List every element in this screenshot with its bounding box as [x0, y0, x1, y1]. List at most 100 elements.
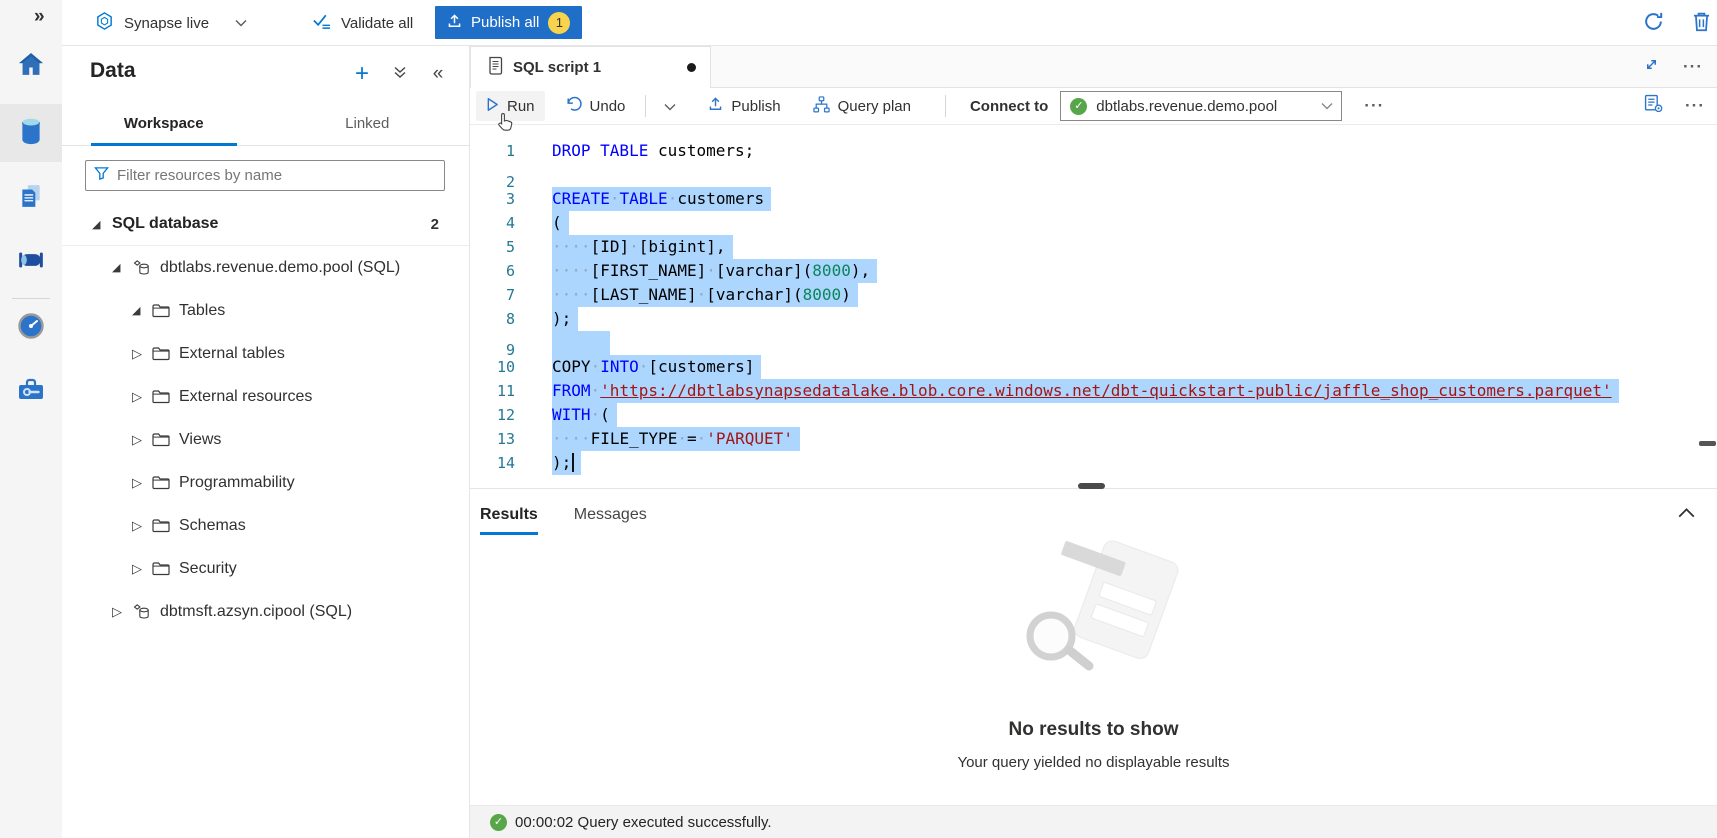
collapsed-twisty-icon[interactable]: ▷: [132, 518, 152, 534]
tree-item-security[interactable]: ▷ Security: [62, 547, 469, 590]
collapsed-twisty-icon[interactable]: ▷: [132, 346, 152, 362]
tree-item-programmability[interactable]: ▷ Programmability: [62, 461, 469, 504]
tree-item-schemas[interactable]: ▷Schemas: [62, 504, 469, 547]
tab-sql-script-1[interactable]: SQL script 1: [470, 46, 711, 88]
nav-integrate[interactable]: [0, 233, 62, 291]
connect-more-button[interactable]: ···: [1364, 96, 1384, 116]
double-chevron-down-icon: [393, 65, 407, 84]
run-options-chevron[interactable]: [656, 91, 684, 121]
collapse-panel-button[interactable]: «: [427, 63, 449, 85]
line-number: 12: [470, 403, 515, 427]
success-icon: [490, 814, 507, 831]
publish-label: Publish: [731, 98, 780, 115]
code-editor[interactable]: 1DROP TABLE customers;23CREATE·TABLE·cus…: [470, 125, 1717, 488]
tab-workspace[interactable]: Workspace: [62, 101, 266, 145]
tab-linked[interactable]: Linked: [266, 101, 470, 145]
tree-item-label: Security: [179, 560, 237, 578]
text-caret: [572, 453, 574, 472]
maximize-button[interactable]: [1644, 57, 1659, 77]
collapsed-twisty-icon[interactable]: ▷: [112, 604, 132, 620]
status-bar: 00:00:02 Query executed successfully.: [470, 805, 1717, 838]
collapsed-twisty-icon[interactable]: ▷: [132, 389, 152, 405]
topbar: Synapse live Validate all Publish all 1: [62, 0, 1717, 46]
code-line-5: 5····[ID]·[bigint],: [470, 235, 1717, 259]
validate-all-button[interactable]: Validate all: [312, 0, 413, 46]
tree-item-external-resources[interactable]: ▷External resources: [62, 375, 469, 418]
hexagon-icon: [95, 11, 114, 36]
line-number: 13: [470, 427, 515, 451]
collapsed-twisty-icon[interactable]: ▷: [132, 432, 152, 448]
connected-check-icon: [1070, 98, 1087, 115]
tree-item-label: Programmability: [179, 474, 295, 492]
collapsed-twisty-icon[interactable]: ▷: [132, 475, 152, 491]
code-line-12: 12WITH·(: [470, 403, 1717, 427]
expand-sidebar-button[interactable]: »: [34, 6, 45, 28]
collapse-results-button[interactable]: [1678, 505, 1695, 523]
line-number: 3: [470, 187, 515, 211]
tree-item-label: Views: [179, 431, 221, 449]
tree-item-views[interactable]: ▷ Views: [62, 418, 469, 461]
chevron-down-icon: [235, 14, 247, 32]
empty-state-title: No results to show: [1009, 719, 1179, 741]
nav-home[interactable]: [0, 37, 62, 95]
filter-box: [85, 160, 445, 191]
refresh-button[interactable]: [1640, 11, 1666, 37]
chevron-down-icon: [1321, 97, 1333, 115]
data-panel-actions: + «: [351, 63, 449, 85]
upload-icon: [447, 13, 462, 32]
tree-item-label: External tables: [179, 345, 285, 363]
properties-button[interactable]: [1644, 94, 1663, 118]
editor-scrollbar-thumb[interactable]: [1699, 441, 1716, 446]
editor-tabbar: SQL script 1 ···: [470, 46, 1717, 88]
filter-input[interactable]: [117, 167, 436, 184]
nav-data[interactable]: [0, 104, 62, 162]
sql-pool-icon: [132, 603, 151, 621]
data-panel: Data + « Workspace Linked ◢SQL database2…: [62, 46, 470, 838]
chevron-up-icon: [1678, 505, 1695, 522]
add-resource-button[interactable]: +: [351, 63, 373, 85]
run-button[interactable]: Run: [476, 91, 545, 121]
expanded-twisty-icon[interactable]: ◢: [132, 304, 152, 317]
toolbar-divider: [945, 95, 946, 117]
query-plan-button[interactable]: Query plan: [803, 91, 921, 121]
folder-icon: [152, 561, 170, 576]
nav-manage[interactable]: [0, 363, 62, 421]
chevron-down-icon: [664, 98, 676, 115]
tree-item-external-tables[interactable]: ▷ External tables: [62, 332, 469, 375]
toolbar-more-button[interactable]: ···: [1685, 96, 1705, 116]
collapse-all-button[interactable]: [389, 63, 411, 85]
develop-icon: [18, 183, 44, 214]
expanded-twisty-icon[interactable]: ◢: [112, 261, 132, 274]
publish-all-button[interactable]: Publish all 1: [435, 6, 582, 39]
tree-item-dbtmsft-azsyn-cipool-sql[interactable]: ▷dbtmsft.azsyn.cipool (SQL): [62, 590, 469, 633]
tab-more-button[interactable]: ···: [1683, 57, 1703, 77]
tree-item-tables[interactable]: ◢Tables: [62, 289, 469, 332]
editor-tab-title: SQL script 1: [513, 59, 601, 76]
code-line-6: 6····[FIRST_NAME]·[varchar](8000),: [470, 259, 1717, 283]
synapse-live-selector[interactable]: Synapse live: [95, 0, 247, 46]
pool-selector-dropdown[interactable]: dbtlabs.revenue.demo.pool: [1060, 91, 1342, 121]
code-line-1: 1DROP TABLE customers;: [470, 139, 1717, 163]
delete-button[interactable]: [1688, 11, 1714, 37]
database-icon: [18, 117, 44, 150]
synapse-studio: »: [0, 0, 1717, 838]
splitter-handle[interactable]: [1078, 483, 1105, 489]
line-number: 11: [470, 379, 515, 403]
collapsed-twisty-icon[interactable]: ▷: [132, 561, 152, 577]
code-line-2: 2: [470, 163, 1717, 187]
expanded-twisty-icon[interactable]: ◢: [92, 218, 112, 231]
undo-button[interactable]: Undo: [555, 91, 636, 121]
publish-button[interactable]: Publish: [698, 91, 790, 121]
tree-item-dbtlabs-revenue-demo-pool-sql[interactable]: ◢dbtlabs.revenue.demo.pool (SQL): [62, 246, 469, 289]
tab-messages[interactable]: Messages: [574, 489, 647, 541]
play-icon: [486, 97, 499, 116]
tab-results[interactable]: Results: [480, 489, 538, 541]
home-icon: [18, 52, 44, 81]
nav-monitor[interactable]: [0, 299, 62, 357]
data-panel-title: Data: [90, 59, 136, 83]
line-number: 4: [470, 211, 515, 235]
tree-item-sql-database[interactable]: ◢SQL database2: [62, 203, 469, 246]
validate-all-label: Validate all: [341, 15, 413, 32]
nav-develop[interactable]: [0, 169, 62, 227]
gauge-icon: [18, 313, 44, 344]
